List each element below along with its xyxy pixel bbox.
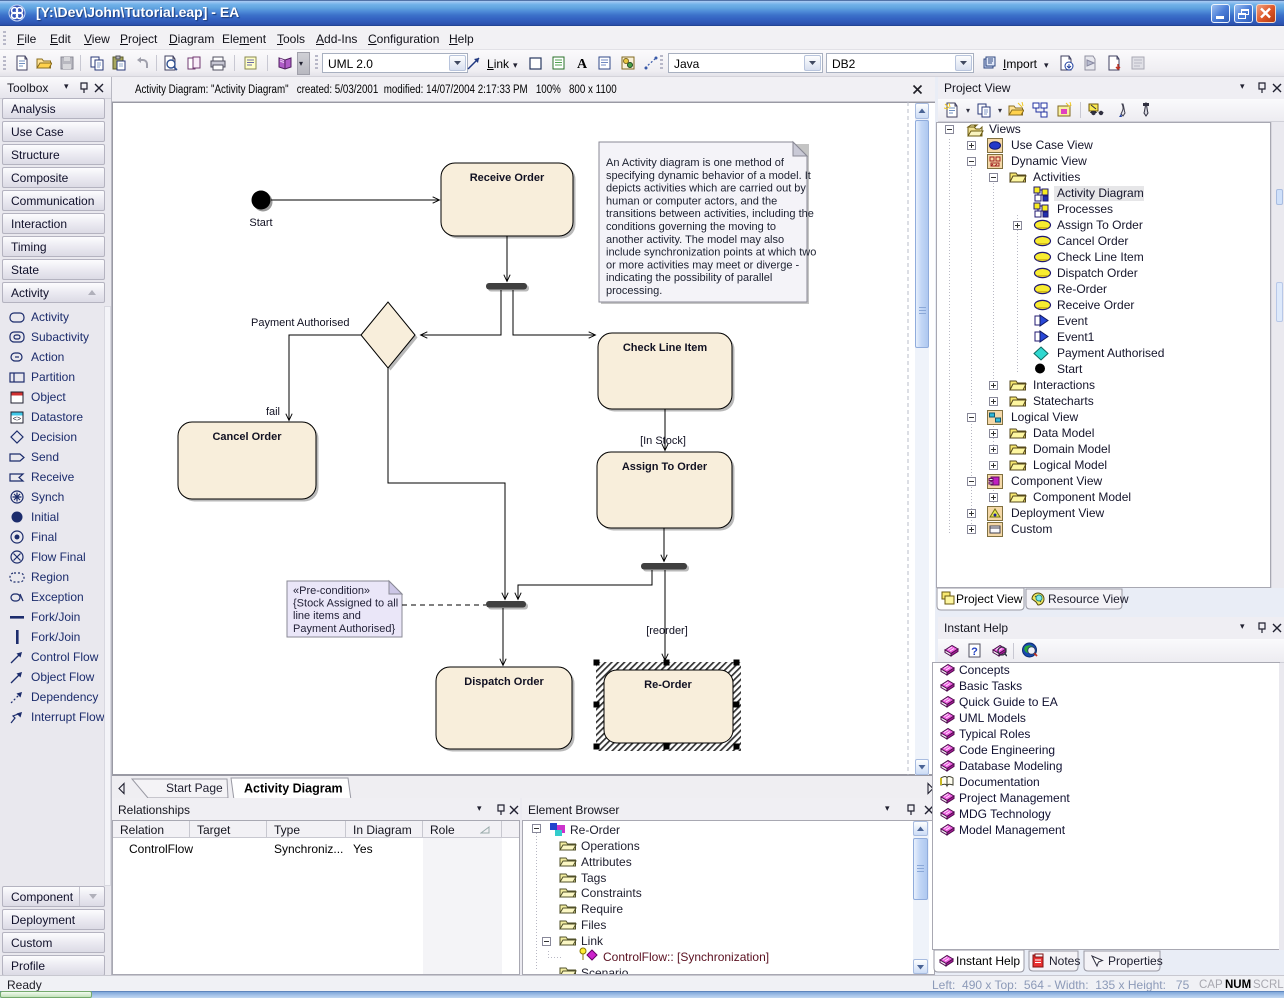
- svg-text:fail: fail: [266, 406, 280, 418]
- svg-text:Notes: Notes: [1049, 954, 1080, 968]
- svg-text:Project View: Project View: [956, 592, 1023, 606]
- svg-text:depicts activities which are c: depicts activities which are carried out…: [606, 183, 806, 195]
- svg-text:An Activity diagram is one met: An Activity diagram is one method of: [606, 157, 785, 169]
- svg-text:Instant Help: Instant Help: [956, 954, 1020, 968]
- svg-text:[In Stock]: [In Stock]: [640, 435, 686, 447]
- svg-text:A: A: [577, 57, 588, 71]
- svg-text:Start: Start: [249, 217, 272, 229]
- svg-text:Dispatch Order: Dispatch Order: [464, 676, 544, 688]
- svg-text:«Pre-condition»: «Pre-condition»: [293, 585, 370, 597]
- svg-text:transitions between activities: transitions between activities, includin…: [606, 208, 814, 220]
- svg-text:human or computer actors, and: human or computer actors, and the: [606, 195, 777, 207]
- svg-text:Cancel Order: Cancel Order: [212, 431, 282, 443]
- svg-text:Receive Order: Receive Order: [470, 172, 545, 184]
- svg-text:specifying dynamic behavior of: specifying dynamic behavior of a model. …: [606, 170, 811, 182]
- svg-text:Check Line Item: Check Line Item: [623, 342, 708, 354]
- svg-text:{Stock Assigned to all: {Stock Assigned to all: [293, 598, 398, 610]
- svg-text:?: ?: [971, 646, 978, 658]
- svg-text:Payment Authorised: Payment Authorised: [251, 317, 349, 329]
- svg-text:[reorder]: [reorder]: [646, 625, 688, 637]
- svg-text:another activity. The model ma: another activity. The model may also: [606, 234, 784, 246]
- svg-text:conditions governing the movin: conditions governing the moving to: [606, 221, 776, 233]
- svg-text:Resource View: Resource View: [1048, 592, 1129, 606]
- svg-text:<>: <>: [13, 416, 21, 423]
- svg-text:indicating the possibility of: indicating the possibility of parallel: [606, 272, 772, 284]
- svg-text:include synchronization points: include synchronization points at which …: [606, 247, 816, 259]
- svg-text:Re-Order: Re-Order: [644, 679, 692, 691]
- svg-text:Start Page: Start Page: [166, 781, 223, 795]
- svg-text:or more activities may meet or: or more activities may meet or diverge -: [606, 259, 800, 271]
- svg-text:Payment Authorised}: Payment Authorised}: [293, 623, 395, 635]
- svg-text:Properties: Properties: [1108, 954, 1163, 968]
- svg-text:processing.: processing.: [606, 285, 662, 297]
- svg-text:line items and: line items and: [293, 610, 361, 622]
- svg-text:Assign To Order: Assign To Order: [622, 461, 708, 473]
- svg-text:Activity Diagram: Activity Diagram: [244, 782, 343, 796]
